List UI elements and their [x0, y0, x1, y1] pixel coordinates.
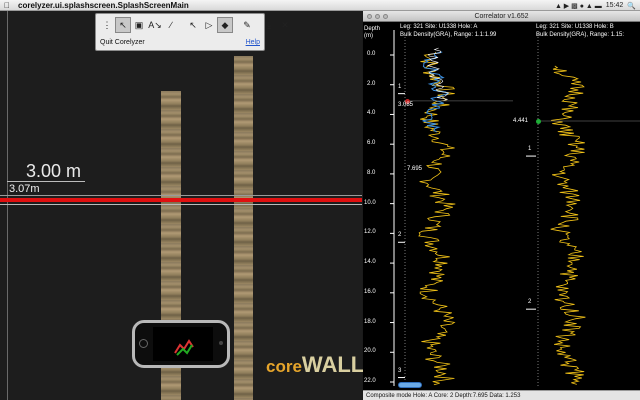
app-menu[interactable]: corelyzer.ui.splashscreen.SplashScreenMa…	[18, 1, 189, 10]
log-curve-hole-a	[418, 51, 456, 386]
close-window-icon[interactable]	[367, 14, 372, 19]
annotation-tool-icon[interactable]: A↘	[147, 17, 163, 33]
core-number: 1	[528, 146, 532, 153]
cut-tool-icon[interactable]: ▷	[201, 17, 217, 33]
tie-depth-label: 4.441	[513, 118, 529, 124]
eraser-icon[interactable]: ✎	[239, 17, 255, 33]
depth-tick-label: 16.0	[364, 288, 376, 295]
screen: { "menubar": { "app_name": "corelyzer.ui…	[0, 0, 640, 400]
core-number: 3	[398, 367, 402, 374]
cursor-guide-line	[0, 195, 362, 196]
window-controls	[367, 14, 388, 19]
status-icons[interactable]: ▲ ▶ ▩ ● ▲ ▬	[555, 2, 602, 10]
depth-tick-label: 18.0	[364, 318, 376, 325]
depth-tick-label: 4.0	[367, 110, 376, 117]
depth-tick-label: 10.0	[364, 199, 376, 206]
cursor-guide-line	[0, 204, 362, 205]
help-link[interactable]: Help	[246, 39, 260, 46]
window-titlebar[interactable]: Correlator v1.652	[363, 11, 640, 22]
scale-bar	[7, 11, 8, 400]
speaker-icon	[219, 341, 223, 345]
window-title: Correlator v1.652	[474, 13, 529, 20]
tie-depth-label: 3.085	[398, 101, 414, 108]
clock[interactable]: 15:42	[606, 2, 624, 9]
cursor-depth-readout: 7.695	[407, 166, 423, 173]
quit-button[interactable]: Quit Corelyzer	[100, 39, 145, 46]
device-screen	[153, 327, 213, 361]
depth-axis	[363, 11, 364, 12]
core-number: 2	[528, 299, 532, 306]
correlation-plot[interactable]	[363, 22, 640, 390]
depth-tick-label: 12.0	[364, 229, 376, 236]
core-number: 1	[398, 83, 402, 90]
menu-bar:  corelyzer.ui.splashscreen.SplashScreen…	[0, 0, 640, 11]
measure-tool-icon[interactable]: ∕	[163, 17, 179, 33]
correlator-window: Correlator v1.652 Leg: 321 Site: U1338 H…	[363, 11, 640, 400]
corelyzer-canvas[interactable]: 3.00 m 3.07m coreWALL	[0, 11, 365, 400]
depth-scale-label: 3.00 m	[26, 161, 82, 181]
cursor-depth-label: 3.07m	[9, 183, 40, 195]
clast-tool-icon[interactable]: ▣	[131, 17, 147, 33]
close-icon[interactable]: ✕	[277, 17, 293, 33]
minimize-window-icon[interactable]	[375, 14, 380, 19]
depth-tick-label: 20.0	[364, 348, 376, 355]
marker-tool-icon[interactable]: ◆	[217, 17, 233, 33]
horizontal-scrollbar[interactable]	[398, 382, 422, 388]
depth-tick-label: 14.0	[364, 259, 376, 266]
download-icon[interactable]: ⤓	[261, 17, 277, 33]
corewall-logo: coreWALL	[266, 352, 365, 377]
spotlight-icon[interactable]: 🔍	[627, 2, 636, 10]
core-number: 2	[398, 232, 402, 239]
device-graphic	[132, 320, 230, 368]
core-image-strip[interactable]	[234, 56, 253, 400]
tool-palette: ⋮ ↖ ▣ A↘ ∕ ↖ ▷ ◆ ✎ ⤓ ✕ Quit Corelyzer He…	[95, 13, 289, 51]
grip-icon[interactable]: ⋮	[99, 17, 115, 33]
home-button-icon	[139, 339, 148, 348]
pointer-tool-icon[interactable]: ↖	[185, 17, 201, 33]
status-bar: Composite mode Hole: A Core: 2 Depth:7.6…	[363, 390, 640, 400]
log-curve-hole-b	[550, 65, 586, 385]
tie-point-marker[interactable]	[536, 119, 541, 124]
depth-tick-label: 8.0	[367, 169, 376, 176]
select-tool-icon[interactable]: ↖	[115, 17, 131, 33]
depth-tick-label: 2.0	[367, 80, 376, 87]
depth-tick-label: 6.0	[367, 140, 376, 147]
depth-tick-label: 22.0	[364, 378, 376, 384]
depth-tick-label: 0.0	[367, 51, 376, 57]
depth-cursor-line[interactable]	[0, 198, 362, 202]
corelyzer-logo-icon	[174, 339, 194, 356]
zoom-window-icon[interactable]	[383, 14, 388, 19]
tool-row: ⋮ ↖ ▣ A↘ ∕ ↖ ▷ ◆ ✎ ⤓ ✕	[99, 17, 293, 33]
apple-menu-icon[interactable]: 	[0, 1, 14, 10]
menu-extras: ▲ ▶ ▩ ● ▲ ▬ 15:42 🔍	[555, 0, 636, 11]
